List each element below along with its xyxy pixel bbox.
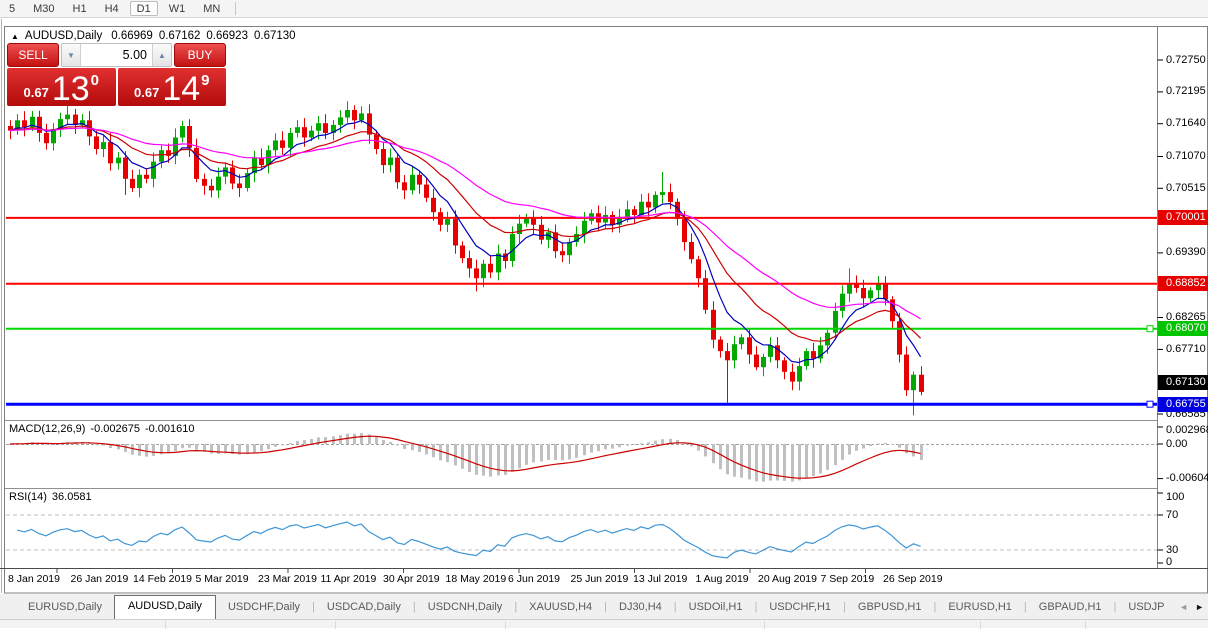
- date-label: 23 Mar 2019: [258, 573, 317, 585]
- sell-price-big-digits: 13: [52, 73, 90, 105]
- level-line-handle[interactable]: [1147, 326, 1153, 332]
- price-badge-0.67130: 0.67130: [1158, 375, 1208, 390]
- macd-axis-label: 0.002968: [1166, 424, 1208, 436]
- volume-decrease-button[interactable]: ▼: [62, 44, 81, 66]
- tab-scroll-right-button[interactable]: ►: [1195, 602, 1204, 612]
- date-label: 18 May 2019: [446, 573, 507, 585]
- timeframe-button-MN[interactable]: MN: [196, 1, 227, 16]
- date-label: 14 Feb 2019: [133, 573, 192, 585]
- rsi-axis-label: 0: [1166, 556, 1172, 568]
- date-label: 13 Jul 2019: [633, 573, 687, 585]
- price-axis-tick-label: 0.67710: [1166, 343, 1206, 355]
- buy-price-display[interactable]: 0.67 14 9: [118, 68, 227, 106]
- rsi-indicator-label: RSI(14) 36.0581: [9, 491, 97, 503]
- price-badge-0.68852: 0.68852: [1158, 276, 1208, 291]
- status-bar: [0, 619, 1208, 628]
- macd-axis-label: -0.006047: [1166, 472, 1208, 484]
- sell-price-prefix: 0.67: [24, 85, 49, 100]
- ohlc-open-value: 0.66969: [111, 30, 153, 42]
- buy-price-pip-digit: 9: [201, 72, 209, 89]
- timeframe-button-H1[interactable]: H1: [66, 1, 94, 16]
- ohlc-low-value: 0.66923: [206, 30, 248, 42]
- timeframe-button-W1[interactable]: W1: [162, 1, 193, 16]
- chart-tab-EURUSD-H1[interactable]: EURUSD,H1: [936, 597, 1024, 619]
- tab-scroll-arrows: ◄ ►: [1174, 594, 1208, 619]
- price-axis-tick-label: 0.72195: [1166, 85, 1206, 97]
- date-label: 25 Jun 2019: [571, 573, 629, 585]
- level-line-handle[interactable]: [1147, 401, 1153, 407]
- sell-price-display[interactable]: 0.67 13 0: [7, 68, 116, 106]
- price-axis-tick-label: 0.71070: [1166, 150, 1206, 162]
- ohlc-high-value: 0.67162: [159, 30, 201, 42]
- chart-tab-USDCNH-Daily[interactable]: USDCNH,Daily: [416, 597, 515, 619]
- price-axis-tick-label: 0.71640: [1166, 117, 1206, 129]
- price-axis-tick-label: 0.72750: [1166, 54, 1206, 66]
- macd-name: MACD(12,26,9): [9, 423, 85, 435]
- collapse-panel-icon[interactable]: ▲: [11, 32, 19, 41]
- ohlc-close-value: 0.67130: [254, 30, 296, 42]
- chart-tab-USDCAD-Daily[interactable]: USDCAD,Daily: [315, 597, 413, 619]
- date-label: 26 Jan 2019: [71, 573, 129, 585]
- macd-indicator-label: MACD(12,26,9) -0.002675 -0.001610: [9, 423, 200, 435]
- volume-increase-button[interactable]: ▲: [152, 44, 171, 66]
- sell-price-pip-digit: 0: [91, 72, 99, 89]
- chart-tab-GBPUSD-H1[interactable]: GBPUSD,H1: [846, 597, 934, 619]
- rsi-axis-label: 70: [1166, 509, 1178, 521]
- macd-signal-value: -0.001610: [145, 423, 195, 435]
- buy-price-prefix: 0.67: [134, 85, 159, 100]
- chart-symbol-label: AUDUSD,Daily: [25, 30, 102, 42]
- chart-tab-EURUSD-Daily[interactable]: EURUSD,Daily: [16, 597, 114, 619]
- macd-main-value: -0.002675: [90, 423, 140, 435]
- price-badge-0.70001: 0.70001: [1158, 210, 1208, 225]
- volume-input[interactable]: [81, 44, 152, 66]
- chart-tab-USDCHF-Daily[interactable]: USDCHF,Daily: [216, 597, 312, 619]
- rsi-name: RSI(14): [9, 491, 47, 503]
- timeframe-button-D1[interactable]: D1: [130, 1, 158, 16]
- date-label: 20 Aug 2019: [758, 573, 817, 585]
- chart-tab-DJ30-H4[interactable]: DJ30,H4: [607, 597, 674, 619]
- date-label: 1 Aug 2019: [696, 573, 749, 585]
- date-label: 5 Mar 2019: [196, 573, 249, 585]
- price-badge-0.68070: 0.68070: [1158, 321, 1208, 336]
- price-badge-0.66755: 0.66755: [1158, 397, 1208, 412]
- chart-tab-USDCHF-H1[interactable]: USDCHF,H1: [757, 597, 843, 619]
- timeframe-toolbar: 5 M30 H1 H4 D1 W1MN: [0, 0, 1208, 18]
- price-axis-tick-label: 0.70515: [1166, 182, 1206, 194]
- date-label: 30 Apr 2019: [383, 573, 440, 585]
- chart-tab-USDOil-H1[interactable]: USDOil,H1: [677, 597, 755, 619]
- price-axis: 0.72750 0.72195 0.71640 0.71070 0.70515 0.693…: [1158, 27, 1208, 593]
- date-label: 26 Sep 2019: [883, 573, 943, 585]
- timeframe-button-M30[interactable]: M30: [26, 1, 61, 16]
- toolbar-separator: [235, 2, 236, 15]
- chart-tab-USDJP[interactable]: USDJP: [1116, 597, 1176, 619]
- timeframe-button-5[interactable]: 5: [2, 1, 22, 16]
- rsi-axis-label: 30: [1166, 544, 1178, 556]
- volume-stepper: ▼ ▲: [61, 43, 172, 67]
- tab-scroll-left-button[interactable]: ◄: [1179, 602, 1188, 612]
- one-click-trading-panel: SELL ▼ ▲ BUY 0.67 13 0 0.67 14 9: [7, 43, 226, 106]
- buy-button[interactable]: BUY: [174, 43, 226, 67]
- chart-tab-AUDUSD-Daily[interactable]: AUDUSD,Daily: [114, 595, 216, 619]
- date-label: 7 Sep 2019: [821, 573, 875, 585]
- rsi-value: 36.0581: [52, 491, 92, 503]
- chart-tab-bar: EURUSD,DailyAUDUSD,DailyUSDCHF,Daily|USD…: [0, 594, 1208, 619]
- chart-window-frame: [5, 27, 1208, 594]
- date-label: 6 Jun 2019: [508, 573, 560, 585]
- price-axis-tick-label: 0.69390: [1166, 246, 1206, 258]
- date-label: 11 Apr 2019: [321, 573, 377, 585]
- rsi-axis-label: 100: [1166, 491, 1184, 503]
- chart-tab-XAUUSD-H4[interactable]: XAUUSD,H4: [517, 597, 604, 619]
- chart-tab-GBPAUD-H1[interactable]: GBPAUD,H1: [1027, 597, 1114, 619]
- chart-ohlc-title: ▲ AUDUSD,Daily 0.66969 0.67162 0.66923 0…: [11, 30, 302, 42]
- buy-price-big-digits: 14: [162, 73, 200, 105]
- date-label: 8 Jan 2019: [8, 573, 60, 585]
- timeframe-button-H4[interactable]: H4: [98, 1, 126, 16]
- macd-axis-label: 0.00: [1166, 438, 1187, 450]
- sell-button[interactable]: SELL: [7, 43, 59, 67]
